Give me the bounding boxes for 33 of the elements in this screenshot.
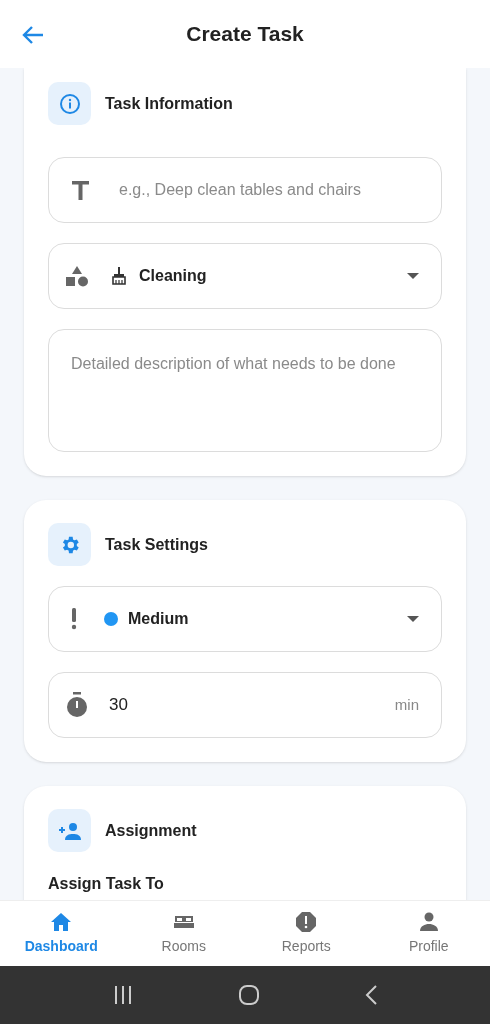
back-arrow-icon xyxy=(22,25,44,45)
add-person-icon xyxy=(48,809,91,852)
category-dropdown[interactable]: Cleaning xyxy=(48,243,442,309)
caret-icon xyxy=(407,616,419,622)
home-icon[interactable] xyxy=(239,985,259,1005)
stopwatch-icon xyxy=(65,692,89,718)
caret-icon xyxy=(407,273,419,279)
task-title-field[interactable]: e.g., Deep clean tables and chairs xyxy=(48,157,442,223)
section-title: Assignment xyxy=(105,820,197,841)
unit-label: min xyxy=(394,694,419,715)
exclamation-icon xyxy=(71,608,77,630)
section-title: Task Information xyxy=(105,93,233,114)
settings-icon xyxy=(48,523,91,566)
page-title: Create Task xyxy=(186,21,304,48)
info-icon xyxy=(48,82,91,125)
recent-apps-icon[interactable] xyxy=(113,986,133,1004)
text-format-icon xyxy=(72,181,89,200)
priority-value: Medium xyxy=(128,609,190,629)
nav-tab[interactable]: Reports xyxy=(245,901,368,966)
duration-value: 30 xyxy=(109,694,129,717)
category-value: Cleaning xyxy=(139,266,208,286)
nav-tab[interactable]: Profile xyxy=(367,901,490,966)
section-title: Task Settings xyxy=(105,534,208,555)
subsection-title: Assign Task To xyxy=(48,874,165,894)
duration-field[interactable]: 30 min xyxy=(48,672,442,738)
back-icon[interactable] xyxy=(365,985,377,1005)
shapes-icon xyxy=(65,264,89,288)
broom-icon xyxy=(111,267,127,285)
nav-tab[interactable]: Rooms xyxy=(122,901,245,966)
alert-octagon-icon xyxy=(294,910,319,934)
description-field[interactable]: Detailed description of what needs to be done xyxy=(48,329,442,452)
priority-dropdown[interactable]: Medium xyxy=(48,586,442,652)
nav-tab[interactable]: Dashboard xyxy=(0,901,123,966)
